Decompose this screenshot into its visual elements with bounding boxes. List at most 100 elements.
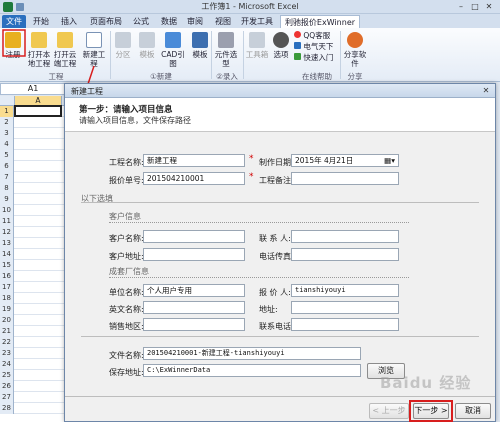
row-number[interactable]: 12 bbox=[0, 227, 14, 238]
table-row[interactable]: 18 bbox=[0, 293, 66, 304]
table-row[interactable]: 12 bbox=[0, 227, 66, 238]
phone-fax-input[interactable] bbox=[291, 248, 399, 261]
english-name-input[interactable] bbox=[143, 301, 245, 314]
row-number[interactable]: 14 bbox=[0, 249, 14, 260]
dialog-title: 新建工程 bbox=[71, 87, 103, 96]
table-row[interactable]: 27 bbox=[0, 392, 66, 403]
row-number[interactable]: 24 bbox=[0, 359, 14, 370]
customer-section-label: 客户信息 bbox=[109, 212, 141, 221]
remark-input[interactable] bbox=[291, 172, 399, 185]
step-heading: 第一步：请输入项目信息 bbox=[79, 105, 173, 115]
row-number[interactable]: 19 bbox=[0, 304, 14, 315]
active-cell[interactable] bbox=[14, 105, 62, 117]
sales-region-input[interactable] bbox=[143, 318, 245, 331]
save-path-label: 保存地址: bbox=[109, 368, 144, 377]
contact-phone-label: 联系电话: bbox=[259, 322, 294, 331]
table-row[interactable]: 8 bbox=[0, 183, 66, 194]
factory-section-label: 成套厂信息 bbox=[109, 267, 149, 276]
table-row[interactable]: 26 bbox=[0, 381, 66, 392]
table-row[interactable]: 23 bbox=[0, 348, 66, 359]
row-number[interactable]: 9 bbox=[0, 194, 14, 205]
previous-step-button[interactable]: < 上一步 bbox=[369, 403, 409, 419]
watermark: Baidu 经验 bbox=[380, 374, 472, 392]
name-box[interactable]: A1 bbox=[0, 83, 66, 95]
quote-no-input[interactable]: 201504210001 bbox=[143, 172, 245, 185]
table-row[interactable]: 17 bbox=[0, 282, 66, 293]
row-number[interactable]: 6 bbox=[0, 161, 14, 172]
table-row[interactable]: 14 bbox=[0, 249, 66, 260]
table-row[interactable]: 20 bbox=[0, 315, 66, 326]
quote-no-label: 报价单号: bbox=[109, 176, 144, 185]
cancel-button[interactable]: 取消 bbox=[455, 403, 491, 419]
table-row[interactable]: 6 bbox=[0, 161, 66, 172]
table-row[interactable]: 4 bbox=[0, 139, 66, 150]
table-row[interactable]: 19 bbox=[0, 304, 66, 315]
row-number[interactable]: 13 bbox=[0, 238, 14, 249]
table-row[interactable]: 16 bbox=[0, 271, 66, 282]
row-number[interactable]: 3 bbox=[0, 128, 14, 139]
row-number[interactable]: 11 bbox=[0, 216, 14, 227]
table-row[interactable]: 2 bbox=[0, 117, 66, 128]
row-number[interactable]: 16 bbox=[0, 271, 14, 282]
row-number[interactable]: 25 bbox=[0, 370, 14, 381]
table-row[interactable]: 7 bbox=[0, 172, 66, 183]
phone-fax-label: 电话传真: bbox=[259, 252, 294, 261]
row-number[interactable]: 21 bbox=[0, 326, 14, 337]
row-number[interactable]: 15 bbox=[0, 260, 14, 271]
row-number[interactable]: 2 bbox=[0, 117, 14, 128]
table-row[interactable]: 3 bbox=[0, 128, 66, 139]
table-row[interactable]: 24 bbox=[0, 359, 66, 370]
row-number[interactable]: 7 bbox=[0, 172, 14, 183]
table-row[interactable]: 15 bbox=[0, 260, 66, 271]
table-row[interactable]: 28 bbox=[0, 403, 66, 414]
english-name-label: 英文名称: bbox=[109, 305, 144, 314]
calendar-icon[interactable]: ▦▾ bbox=[384, 155, 395, 166]
file-name-label: 文件名称: bbox=[109, 351, 144, 360]
quoter-input[interactable]: tianshiyouyi bbox=[291, 284, 399, 297]
row-number[interactable]: 4 bbox=[0, 139, 14, 150]
highlight-box bbox=[409, 400, 453, 422]
row-number[interactable]: 10 bbox=[0, 205, 14, 216]
row-number[interactable]: 18 bbox=[0, 293, 14, 304]
row-number[interactable]: 8 bbox=[0, 183, 14, 194]
close-icon[interactable]: ✕ bbox=[480, 85, 492, 96]
unit-name-input[interactable]: 个人用户专用 bbox=[143, 284, 245, 297]
divider bbox=[109, 222, 409, 223]
required-mark: * bbox=[249, 154, 254, 164]
table-row[interactable]: 1 bbox=[0, 105, 66, 117]
row-number[interactable]: 28 bbox=[0, 403, 14, 414]
file-name-input[interactable]: 201504210001-新建工程-tianshiyouyi bbox=[143, 347, 361, 360]
row-number[interactable]: 27 bbox=[0, 392, 14, 403]
divider bbox=[65, 396, 495, 397]
sales-region-label: 销售地区: bbox=[109, 322, 144, 331]
row-number[interactable]: 1 bbox=[0, 106, 14, 117]
contact-phone-input[interactable] bbox=[291, 318, 399, 331]
row-number[interactable]: 23 bbox=[0, 348, 14, 359]
quoter-label: 报 价 人: bbox=[259, 288, 291, 297]
table-row[interactable]: 10 bbox=[0, 205, 66, 216]
row-number[interactable]: 20 bbox=[0, 315, 14, 326]
address-input[interactable] bbox=[291, 301, 399, 314]
table-row[interactable]: 11 bbox=[0, 216, 66, 227]
sheet-grid[interactable]: 1 2 3 4 5 6 7 8 9 10 11 12 13 14 15 16 17 18 19 20 21 22 23 24 2… bbox=[0, 105, 66, 422]
save-path-input[interactable]: C:\ExWinnerData bbox=[143, 364, 361, 377]
row-number[interactable]: 5 bbox=[0, 150, 14, 161]
table-row[interactable]: 9 bbox=[0, 194, 66, 205]
project-name-label: 工程名称: bbox=[109, 158, 144, 167]
contact-label: 联 系 人: bbox=[259, 234, 291, 243]
table-row[interactable]: 13 bbox=[0, 238, 66, 249]
required-mark: * bbox=[249, 172, 254, 182]
row-number[interactable]: 26 bbox=[0, 381, 14, 392]
table-row[interactable]: 25 bbox=[0, 370, 66, 381]
table-row[interactable]: 22 bbox=[0, 337, 66, 348]
row-number[interactable]: 22 bbox=[0, 337, 14, 348]
table-row[interactable]: 21 bbox=[0, 326, 66, 337]
table-row[interactable]: 5 bbox=[0, 150, 66, 161]
row-number[interactable]: 17 bbox=[0, 282, 14, 293]
contact-input[interactable] bbox=[291, 230, 399, 243]
date-picker[interactable]: 2015年 4月21日 ▦▾ bbox=[291, 154, 399, 167]
project-name-input[interactable]: 新建工程 bbox=[143, 154, 245, 167]
customer-name-input[interactable] bbox=[143, 230, 245, 243]
customer-address-input[interactable] bbox=[143, 248, 245, 261]
customer-address-label: 客户地址: bbox=[109, 252, 144, 261]
